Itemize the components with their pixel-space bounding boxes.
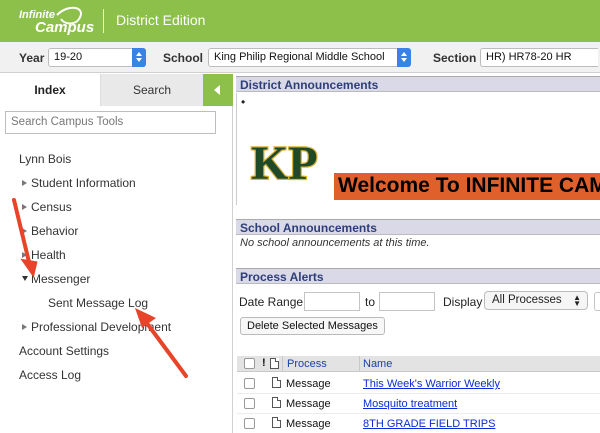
welcome-banner: Welcome To INFINITE CAMPUS xyxy=(334,173,600,200)
display-label: Display xyxy=(443,295,483,309)
sidebar-item-health[interactable]: Health xyxy=(22,248,66,262)
sidebar-item-census[interactable]: Census xyxy=(22,200,72,214)
section-label: Section xyxy=(433,51,477,65)
section-select[interactable]: HR) HR78-20 HR xyxy=(480,48,598,67)
school-select-value: King Philip Regional Middle School xyxy=(214,51,385,63)
expand-arrow-icon xyxy=(22,228,27,234)
sidebar-item-messenger[interactable]: Messenger xyxy=(22,272,90,286)
date-range-end-input[interactable] xyxy=(379,292,435,311)
row-name-link[interactable]: 8TH GRADE FIELD TRIPS xyxy=(363,418,495,430)
row-checkbox[interactable] xyxy=(244,418,255,429)
row-process: Message xyxy=(286,418,331,430)
expand-arrow-icon xyxy=(22,204,27,210)
date-range-start-input[interactable] xyxy=(304,292,360,311)
priority-column-header[interactable]: ! xyxy=(262,357,266,369)
school-select[interactable]: King Philip Regional Middle School xyxy=(208,48,411,67)
process-column-header[interactable]: Process xyxy=(287,358,327,370)
year-label: Year xyxy=(19,51,45,65)
sidebar-item-label: Access Log xyxy=(19,368,82,382)
column-divider xyxy=(282,356,283,372)
svg-text:KP: KP xyxy=(251,137,318,190)
document-icon xyxy=(272,377,281,388)
date-range-to-label: to xyxy=(365,295,376,309)
sidebar-tabs: Index Search xyxy=(0,74,233,106)
year-select-value: 19-20 xyxy=(54,51,83,63)
sidebar: Index Search Search Campus Tools Lynn Bo… xyxy=(0,74,233,433)
row-divider xyxy=(237,413,600,414)
row-divider xyxy=(237,393,600,394)
sidebar-item-access-log[interactable]: Access Log xyxy=(19,368,81,382)
date-range-label: Date Range xyxy=(239,295,304,309)
kp-school-logo: KP xyxy=(248,127,323,195)
edition-title: District Edition xyxy=(116,12,206,28)
expand-arrow-icon xyxy=(22,324,27,330)
expand-arrow-icon xyxy=(22,180,27,186)
kp-logo-icon: KP xyxy=(250,136,319,192)
section-select-value: HR) HR78-20 HR xyxy=(486,51,572,63)
display-process-select-value: All Processes xyxy=(492,294,562,306)
year-select[interactable]: 19-20 xyxy=(48,48,146,67)
sidebar-item-student-information[interactable]: Student Information xyxy=(22,176,136,190)
sidebar-item-label: Sent Message Log xyxy=(48,296,149,310)
collapse-arrow-icon xyxy=(22,276,28,281)
search-campus-tools-input[interactable]: Search Campus Tools xyxy=(5,111,216,134)
school-announcements-header: School Announcements xyxy=(236,219,600,235)
select-arrows-icon: ▲ ▼ xyxy=(573,293,581,308)
row-checkbox[interactable] xyxy=(244,398,255,409)
expand-arrow-icon xyxy=(22,252,27,258)
school-label: School xyxy=(163,51,204,65)
row-checkbox[interactable] xyxy=(244,378,255,389)
name-column-header[interactable]: Name xyxy=(363,358,392,370)
main-content: District Announcements • KP Welcome To I… xyxy=(234,74,600,433)
header-divider xyxy=(103,9,104,33)
document-column-icon xyxy=(270,358,279,369)
select-arrows-icon xyxy=(397,48,411,67)
logo-line-2: Campus xyxy=(35,19,95,36)
column-divider xyxy=(359,356,360,372)
tab-search[interactable]: Search xyxy=(101,74,203,106)
district-announcements-header: District Announcements xyxy=(236,76,600,92)
delete-selected-messages-button[interactable]: Delete Selected Messages xyxy=(240,317,385,335)
extra-filter-input[interactable] xyxy=(594,292,600,311)
document-icon xyxy=(272,417,281,428)
process-alerts-table-header: ! Process Name xyxy=(237,356,600,372)
sidebar-item-label: Census xyxy=(31,200,72,214)
sidebar-item-professional-development[interactable]: Professional Development xyxy=(22,320,171,334)
infinite-campus-logo[interactable]: Infinite Campus xyxy=(17,5,103,37)
row-process: Message xyxy=(286,398,331,410)
select-all-checkbox[interactable] xyxy=(244,358,255,369)
collapse-sidebar-icon[interactable] xyxy=(203,74,233,106)
sidebar-item-account-settings[interactable]: Account Settings xyxy=(19,344,109,358)
announcement-bullet: • xyxy=(241,95,246,109)
sidebar-item-sent-message-log[interactable]: Sent Message Log xyxy=(48,296,148,310)
display-process-select[interactable]: All Processes ▲ ▼ xyxy=(484,291,588,310)
sidebar-item-label: Health xyxy=(31,248,66,262)
process-alerts-header: Process Alerts xyxy=(236,268,600,284)
sidebar-item-label: Professional Development xyxy=(31,320,172,334)
top-bar: Infinite Campus District Edition xyxy=(0,0,600,42)
sidebar-item-label: Account Settings xyxy=(19,344,110,358)
school-announcements-empty: No school announcements at this time. xyxy=(240,237,430,249)
context-selector-bar: Year 19-20 School King Philip Regional M… xyxy=(0,42,600,73)
sidebar-item-label: Behavior xyxy=(31,224,79,238)
sidebar-item-behavior[interactable]: Behavior xyxy=(22,224,78,238)
row-name-link[interactable]: This Week's Warrior Weekly xyxy=(363,378,500,390)
row-process: Message xyxy=(286,378,331,390)
sidebar-item-label: Lynn Bois xyxy=(19,152,72,166)
document-icon xyxy=(272,397,281,408)
sidebar-item-user[interactable]: Lynn Bois xyxy=(19,152,71,166)
select-arrows-icon xyxy=(132,48,146,67)
sidebar-item-label: Student Information xyxy=(31,176,136,190)
sidebar-item-label: Messenger xyxy=(31,272,91,286)
tab-index[interactable]: Index xyxy=(0,74,101,106)
row-name-link[interactable]: Mosquito treatment xyxy=(363,398,457,410)
